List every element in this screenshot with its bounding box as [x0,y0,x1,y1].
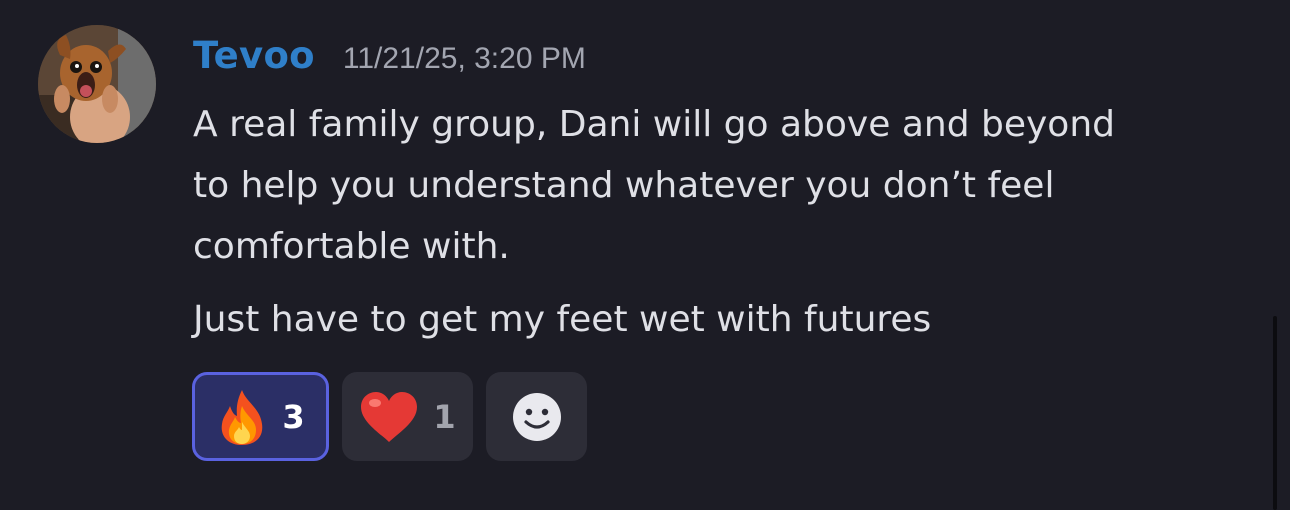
reaction-count: 1 [433,397,456,436]
message-line: to help you understand whatever you don’… [193,165,1055,206]
add-reaction-button[interactable] [486,372,587,461]
avatar[interactable] [38,25,156,143]
dog-avatar-image [38,25,156,143]
add-reaction-smiley-icon [512,392,561,441]
message-line: Just have to get my feet wet with future… [193,299,932,340]
heart-emoji-icon [361,391,418,442]
message-line: A real family group, Dani will go above … [193,104,1115,145]
fire-emoji-icon [222,389,263,445]
message-line: comfortable with. [193,226,510,267]
message-header: Tevoo 11/21/25, 3:20 PM [193,34,586,88]
reactions-bar: 3 1 [192,372,587,461]
reaction-fire-button[interactable]: 3 [192,372,329,461]
timestamp: 11/21/25, 3:20 PM [342,42,586,75]
scrollbar[interactable] [1273,316,1277,510]
username[interactable]: Tevoo [193,34,315,77]
reaction-count: 3 [282,397,305,436]
chat-message: Tevoo 11/21/25, 3:20 PM A real family gr… [0,0,1290,510]
message-body: A real family group, Dani will go above … [193,94,1253,350]
reaction-heart-button[interactable]: 1 [342,372,473,461]
